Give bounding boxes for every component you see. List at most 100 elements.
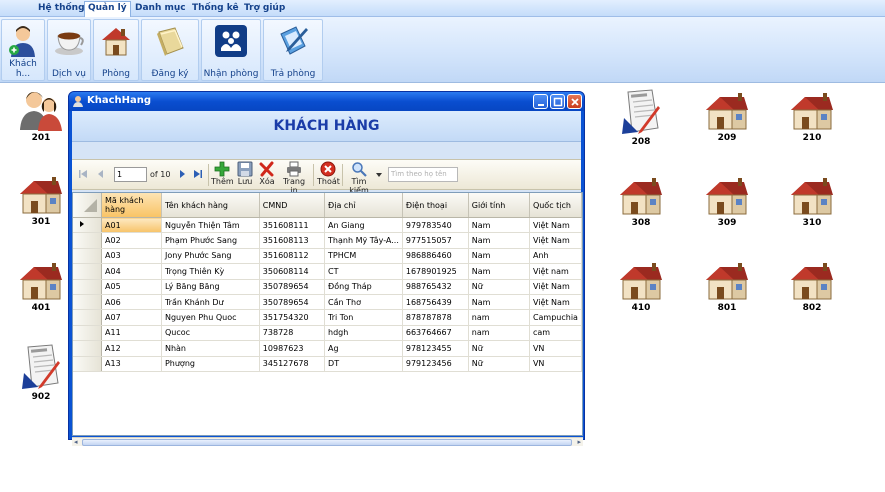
ribbon-dich-vu-button[interactable]: Dịch vụ (47, 19, 91, 81)
table-row[interactable]: A01 Nguyễn Thiện Tâm 351608111 An Giang 9797… (73, 217, 582, 234)
menu-he-thong[interactable]: Hệ thống (35, 2, 88, 16)
position-input[interactable]: 1 (114, 167, 147, 182)
column-header[interactable]: Điện thoại (402, 193, 469, 218)
table-row[interactable]: A06 Trần Khánh Dư 350789654 Cần Thơ 16875643… (73, 294, 582, 311)
table-cell[interactable]: Jony Phước Sang (161, 248, 260, 265)
row-header[interactable] (73, 248, 102, 265)
table-cell[interactable]: 979783540 (402, 217, 469, 234)
table-cell[interactable]: Việt Nam (529, 232, 582, 249)
table-cell[interactable]: 350789654 (259, 294, 326, 311)
table-row[interactable]: A07 Nguyen Phu Quoc 351754320 Tri Ton 878787… (73, 309, 582, 326)
table-cell[interactable]: 978123455 (402, 340, 469, 357)
table-cell[interactable]: A11 (101, 325, 162, 342)
search-button[interactable]: Tìm kiếm (344, 161, 374, 195)
table-cell[interactable]: Phượng (161, 356, 260, 372)
table-row[interactable]: A12 Nhàn 10987623 Ag 978123455 Nữ VN (73, 340, 582, 357)
search-dropdown[interactable] (376, 171, 382, 180)
table-cell[interactable]: Qucoc (161, 325, 260, 342)
table-row[interactable]: A11 Qucoc 738728 hdgh 663764667 nam cam (73, 325, 582, 342)
table-cell[interactable]: 979123456 (402, 356, 469, 372)
table-cell[interactable]: 878787878 (402, 309, 469, 326)
table-row[interactable]: A04 Trọng Thiên Kỳ 350608114 CT 1678901925 Na… (73, 263, 582, 280)
table-cell[interactable]: Nữ (468, 340, 530, 357)
table-cell[interactable]: Trần Khánh Dư (161, 294, 260, 311)
table-cell[interactable]: A05 (101, 279, 162, 295)
table-cell[interactable]: 345127678 (259, 356, 326, 372)
table-cell[interactable]: A02 (101, 232, 162, 249)
table-cell[interactable]: Ag (324, 340, 403, 357)
room-301[interactable]: 301 (15, 176, 67, 236)
move-last-button[interactable] (193, 169, 203, 181)
table-cell[interactable]: Việt nam (529, 263, 582, 280)
search-input[interactable]: Tìm theo họ tên (388, 167, 458, 182)
row-header[interactable] (73, 217, 102, 234)
column-header[interactable]: Quốc tịch (529, 193, 582, 218)
table-cell[interactable]: Trọng Thiên Kỳ (161, 263, 260, 280)
table-cell[interactable]: Lý Băng Băng (161, 279, 260, 295)
ribbon-phong-button[interactable]: Phòng (93, 19, 139, 81)
table-cell[interactable]: Campuchia (529, 309, 582, 326)
table-cell[interactable]: nam (468, 325, 530, 342)
move-previous-button[interactable] (96, 169, 106, 181)
table-cell[interactable]: Nam (468, 232, 530, 249)
table-cell[interactable]: A01 (101, 217, 162, 234)
row-header[interactable] (73, 325, 102, 342)
table-cell[interactable]: 350789654 (259, 279, 326, 295)
table-cell[interactable]: TPHCM (324, 248, 403, 265)
table-cell[interactable]: 351608113 (259, 232, 326, 249)
table-cell[interactable]: A13 (101, 356, 162, 372)
row-header[interactable] (73, 309, 102, 326)
table-cell[interactable]: VN (529, 356, 582, 372)
table-cell[interactable]: Việt Nam (529, 279, 582, 295)
table-row[interactable]: A13 Phượng 345127678 DT 979123456 Nữ VN (73, 356, 582, 372)
column-header[interactable]: Tên khách hàng (161, 193, 260, 218)
table-cell[interactable]: cam (529, 325, 582, 342)
minimize-button[interactable] (533, 94, 548, 109)
delete-button[interactable]: Xóa (258, 161, 276, 186)
move-first-button[interactable] (78, 169, 88, 181)
table-cell[interactable]: Phạm Phước Sang (161, 232, 260, 249)
scroll-left-arrow[interactable]: ◂ (74, 438, 78, 446)
table-cell[interactable]: DT (324, 356, 403, 372)
row-header[interactable] (73, 279, 102, 295)
menu-danh-muc[interactable]: Danh mục (132, 2, 189, 16)
table-row[interactable]: A03 Jony Phước Sang 351608112 TPHCM 98688646… (73, 248, 582, 265)
table-cell[interactable]: 351608112 (259, 248, 326, 265)
exit-button[interactable]: Thoát (317, 161, 340, 186)
row-header[interactable] (73, 356, 102, 372)
move-next-button[interactable] (177, 169, 187, 181)
row-header[interactable] (73, 294, 102, 311)
table-cell[interactable]: Nam (468, 248, 530, 265)
ribbon-nhan-phong-button[interactable]: Nhận phòng (201, 19, 261, 81)
add-button[interactable]: Thêm (211, 161, 234, 186)
table-cell[interactable]: hdgh (324, 325, 403, 342)
room-210[interactable]: 210 (786, 92, 838, 152)
column-header[interactable]: Mã khách hàng (101, 193, 162, 218)
ribbon-tra-phong-button[interactable]: Trả phòng (263, 19, 323, 81)
window-title-bar[interactable]: KhachHang (69, 92, 584, 111)
horizontal-scrollbar[interactable]: ◂ ▸ (72, 437, 583, 446)
table-cell[interactable]: VN (529, 340, 582, 357)
table-cell[interactable]: Anh (529, 248, 582, 265)
room-801[interactable]: 801 (701, 262, 753, 322)
table-cell[interactable]: Nam (468, 263, 530, 280)
room-209[interactable]: 209 (701, 92, 753, 152)
table-row[interactable]: A05 Lý Băng Băng 350789654 Đồng Tháp 9887654… (73, 279, 582, 295)
table-cell[interactable]: Nam (468, 217, 530, 234)
ribbon-dang-ky-button[interactable]: Đăng ký (141, 19, 199, 81)
save-button[interactable]: Lưu (236, 161, 254, 186)
column-header[interactable]: Giới tính (468, 193, 530, 218)
table-cell[interactable]: Việt Nam (529, 294, 582, 311)
table-cell[interactable]: Đồng Tháp (324, 279, 403, 295)
table-cell[interactable]: 663764667 (402, 325, 469, 342)
table-cell[interactable]: Cần Thơ (324, 294, 403, 311)
scroll-right-arrow[interactable]: ▸ (577, 438, 581, 446)
customer-grid[interactable]: Mã khách hàng Tên khách hàng CMND Địa ch… (72, 192, 583, 436)
table-row[interactable]: A02 Phạm Phước Sang 351608113 Thạnh Mỹ Tây-… (73, 232, 582, 249)
column-header[interactable]: CMND (259, 193, 326, 218)
room-310[interactable]: 310 (786, 177, 838, 237)
table-cell[interactable]: Nam (468, 294, 530, 311)
table-cell[interactable]: Tri Ton (324, 309, 403, 326)
room-401[interactable]: 401 (15, 262, 67, 322)
table-cell[interactable]: Nguyễn Thiện Tâm (161, 217, 260, 234)
